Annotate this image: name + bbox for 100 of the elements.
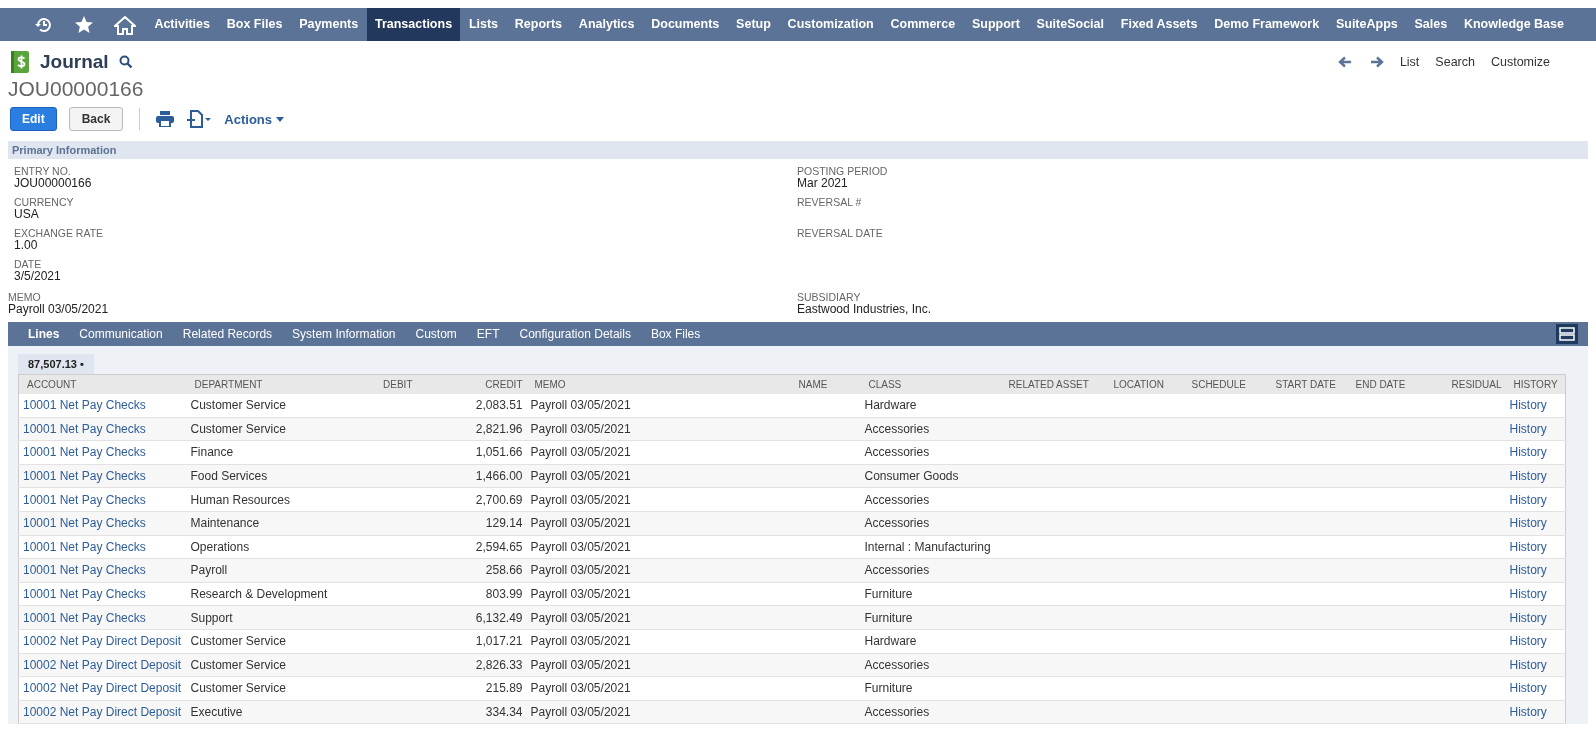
table-cell: Accessories	[864, 705, 930, 719]
table-cell: Accessories	[864, 445, 930, 460]
nav-menu-item[interactable]: Customization	[779, 8, 883, 41]
history-link[interactable]: History	[1509, 398, 1547, 413]
print-icon[interactable]	[156, 111, 175, 127]
column-header: DEBIT	[336, 374, 417, 394]
back-arrow-icon[interactable]	[1337, 56, 1352, 68]
nav-menu-item[interactable]: Lists	[460, 8, 507, 41]
header-link[interactable]: List	[1399, 55, 1420, 69]
table-cell: Payroll 03/05/2021	[530, 705, 631, 719]
subtab[interactable]: EFT	[466, 322, 510, 346]
nav-menu-item[interactable]: Reports	[506, 8, 571, 41]
nav-menu-item[interactable]: Commerce	[882, 8, 964, 41]
table-cell: Accessories	[864, 563, 930, 578]
subtab[interactable]: Communication	[69, 322, 173, 346]
history-link[interactable]: History	[1509, 539, 1547, 554]
table-cell: Accessories	[864, 657, 930, 672]
field-value: 1.00	[14, 239, 39, 252]
nav-menu-item[interactable]: SuiteSocial	[1028, 8, 1113, 41]
field-value: Eastwood Industries, Inc.	[797, 303, 933, 316]
header-link[interactable]: Search	[1435, 55, 1475, 69]
table-cell: Payroll 03/05/2021	[530, 469, 631, 484]
journal-book-icon	[10, 51, 30, 73]
table-cell: Consumer Goods	[864, 469, 959, 484]
subtab[interactable]: Related Records	[172, 322, 283, 346]
nav-menu-item[interactable]: SuiteApps	[1327, 8, 1407, 41]
nav-menu-item[interactable]: Analytics	[570, 8, 643, 41]
account-link[interactable]: 10002 Net Pay Direct Deposit	[23, 681, 182, 696]
field-label: ENTRY NO.	[14, 165, 72, 177]
subtab[interactable]: Lines	[18, 322, 70, 346]
column-header: RELATED ASSET	[1000, 374, 1106, 394]
nav-menu-item[interactable]: Demo Framework	[1205, 8, 1328, 41]
column-header: ACCOUNT	[18, 374, 187, 394]
table-cell: 258.66	[485, 563, 523, 578]
account-link[interactable]: 10001 Net Pay Checks	[23, 445, 146, 460]
record-number: JOU00000166	[7, 76, 145, 102]
field-label: EXCHANGE RATE	[14, 227, 105, 239]
nav-menu-item[interactable]: Fixed Assets	[1112, 8, 1206, 41]
nav-menu-item[interactable]: Knowledge Base	[1455, 8, 1573, 41]
history-link[interactable]: History	[1509, 492, 1547, 507]
column-header: CREDIT	[416, 374, 527, 394]
table-cell: Payroll	[190, 563, 228, 578]
star-icon[interactable]	[74, 14, 94, 35]
subtab[interactable]: Box Files	[640, 322, 711, 346]
table-cell: 1,017.21	[475, 634, 523, 649]
nav-menu-item[interactable]: Payments	[290, 8, 367, 41]
nav-menu-item[interactable]: Support	[963, 8, 1029, 41]
account-link[interactable]: 10001 Net Pay Checks	[23, 539, 146, 554]
table-cell: 2,821.96	[475, 421, 523, 436]
column-header: RESIDUAL	[1427, 374, 1506, 394]
record-type-title: Journal	[40, 51, 109, 73]
table-cell: Furniture	[864, 610, 913, 625]
new-document-dropdown-icon[interactable]	[186, 110, 213, 128]
nav-menu-item[interactable]: Activities	[146, 8, 219, 41]
account-link[interactable]: 10002 Net Pay Direct Deposit	[23, 634, 182, 649]
layout-toggle-icon[interactable]	[1556, 324, 1578, 344]
nav-menu-item[interactable]: Setup	[727, 8, 780, 41]
table-cell: 129.14	[485, 516, 523, 531]
table-cell: 215.89	[485, 681, 523, 696]
table-cell: Payroll 03/05/2021	[530, 657, 631, 672]
nav-menu-item[interactable]: Documents	[642, 8, 728, 41]
table-cell: Accessories	[864, 516, 930, 531]
table-cell: Payroll 03/05/2021	[530, 587, 631, 602]
table-cell: Internal : Manufacturing	[864, 539, 991, 554]
account-link[interactable]: 10001 Net Pay Checks	[23, 492, 146, 507]
forward-arrow-icon[interactable]	[1369, 56, 1384, 68]
actions-menu[interactable]: Actions	[224, 111, 285, 127]
table-cell: Customer Service	[190, 634, 286, 649]
table-cell: Executive	[190, 705, 243, 719]
nav-menu-item[interactable]: Box Files	[218, 8, 291, 41]
nav-menu-item[interactable]: Sales	[1406, 8, 1456, 41]
column-header: NAME	[790, 374, 861, 394]
account-link[interactable]: 10001 Net Pay Checks	[23, 398, 146, 413]
table-cell: Accessories	[864, 421, 930, 436]
subtab[interactable]: System Information	[282, 322, 406, 346]
header-link[interactable]: Customize	[1490, 55, 1550, 69]
table-cell: Payroll 03/05/2021	[530, 610, 631, 625]
field-value: Payroll 03/05/2021	[8, 303, 110, 316]
column-header: END DATE	[1347, 374, 1428, 394]
home-icon[interactable]	[114, 14, 136, 35]
column-header: DEPARTMENT	[186, 374, 337, 394]
field-value: JOU00000166	[14, 177, 93, 190]
table-cell: Payroll 03/05/2021	[530, 398, 631, 413]
table-cell: Customer Service	[190, 681, 286, 696]
table-cell: Furniture	[864, 681, 913, 696]
search-icon[interactable]	[118, 55, 133, 69]
history-link[interactable]: History	[1509, 445, 1547, 460]
field-label: DATE	[14, 258, 43, 270]
table-cell: Payroll 03/05/2021	[530, 539, 631, 554]
field-value: Mar 2021	[797, 177, 849, 190]
edit-button[interactable]: Edit	[10, 107, 57, 131]
subtab[interactable]: Custom	[405, 322, 467, 346]
history-link[interactable]: History	[1509, 587, 1547, 602]
account-link[interactable]: 10001 Net Pay Checks	[23, 587, 146, 602]
nav-menu-item[interactable]: Transactions	[366, 8, 461, 41]
table-cell: Payroll 03/05/2021	[530, 492, 631, 507]
subtab[interactable]: Configuration Details	[509, 322, 641, 346]
back-button[interactable]: Back	[68, 107, 124, 131]
history-link[interactable]: History	[1509, 634, 1547, 649]
history-link[interactable]: History	[1509, 681, 1547, 696]
